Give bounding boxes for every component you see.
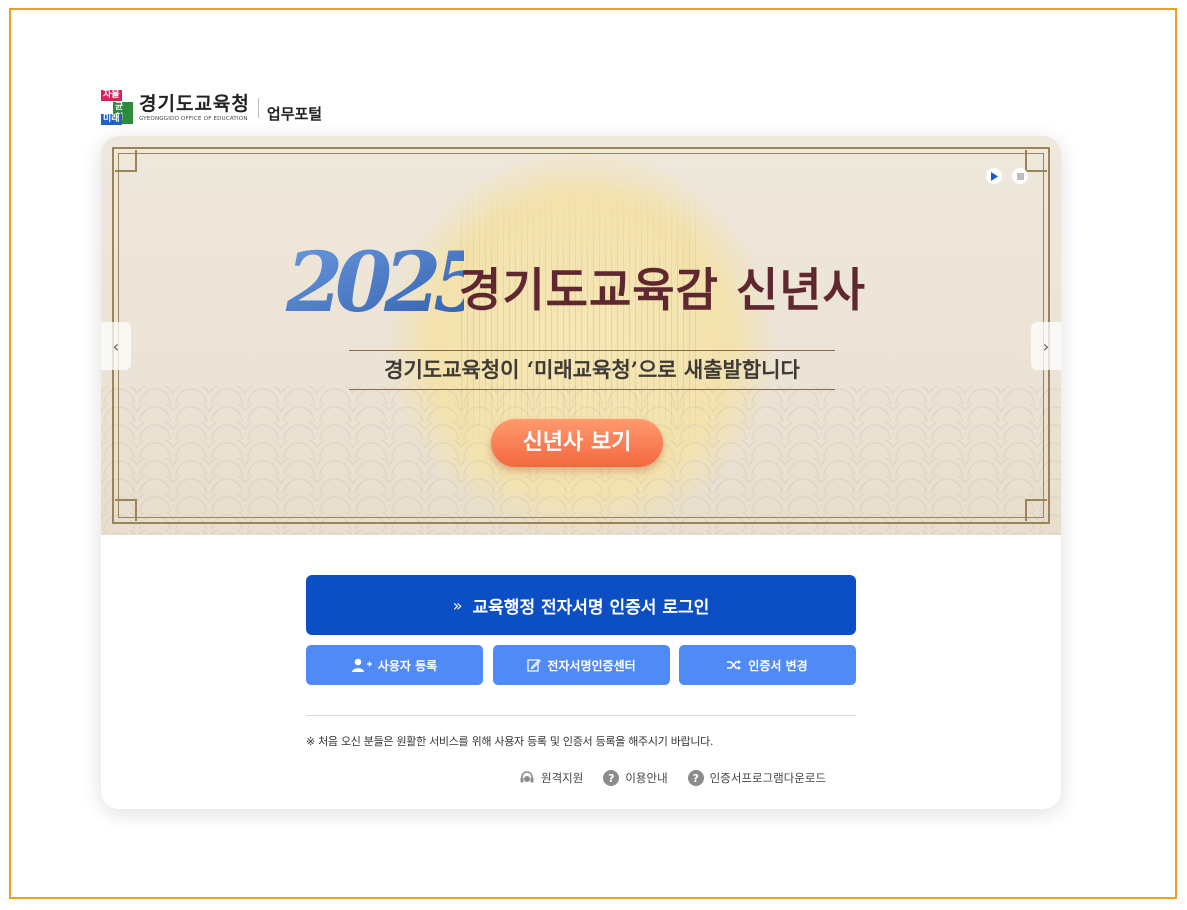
headset-icon [519, 770, 535, 786]
certificate-login-button[interactable]: » 교육행정 전자서명 인증서 로그인 [306, 575, 856, 635]
banner-title: 경기도교육감 신년사 [459, 263, 866, 317]
logo-title: 경기도교육청 [139, 93, 250, 115]
user-guide-link[interactable]: ? 이용안내 [603, 770, 668, 786]
logo-text: 경기도교육청 GYEONGGIDO OFFICE OF EDUCATION [139, 93, 250, 123]
shuffle-icon [727, 660, 742, 670]
edit-icon [527, 659, 542, 672]
certificate-login-label: 교육행정 전자서명 인증서 로그인 [472, 597, 710, 618]
new-year-speech-button[interactable]: 신년사 보기 [491, 419, 663, 467]
signature-center-button[interactable]: 전자서명인증센터 [493, 645, 670, 685]
remote-support-label: 원격지원 [541, 771, 584, 785]
logo-badge-1: 자율 [101, 90, 122, 101]
logo-badge: 자율 균형 미래 [101, 90, 133, 126]
cert-program-download-link[interactable]: ? 인증서프로그램다운로드 [687, 770, 827, 786]
change-certificate-button[interactable]: 인증서 변경 [679, 645, 856, 685]
question-icon: ? [603, 770, 620, 786]
notice-text: ※ 처음 오신 분들은 원활한 서비스를 위해 사용자 등록 및 인증서 등록을… [306, 735, 714, 748]
user-register-label: 사용자 등록 [377, 658, 438, 673]
stop-icon [1016, 172, 1024, 180]
banner-year-text: 2025 [285, 239, 464, 329]
chevron-right-icon: › [1042, 336, 1050, 356]
frame-corner [1025, 150, 1047, 172]
logo-subtitle: GYEONGGIDO OFFICE OF EDUCATION [139, 116, 248, 122]
logo-divider [257, 98, 259, 118]
stop-button[interactable] [1012, 168, 1028, 184]
help-links: 원격지원 ? 이용안내 ? 인증서프로그램다운로드 [519, 770, 826, 786]
cert-program-download-label: 인증서프로그램다운로드 [709, 771, 827, 785]
user-add-icon [351, 658, 372, 672]
prev-slide-button[interactable]: ‹ [101, 322, 131, 370]
signature-center-label: 전자서명인증센터 [547, 658, 636, 673]
logo[interactable]: 자율 균형 미래 경기도교육청 GYEONGGIDO OFFICE OF EDU… [101, 90, 322, 126]
play-icon [991, 171, 998, 181]
banner-subtitle: 경기도교육청이 ‘미래교육청’으로 새출발합니다 [349, 350, 835, 390]
login-card: 2025 경기도교육감 신년사 경기도교육청이 ‘미래교육청’으로 새출발합니다… [101, 136, 1061, 809]
divider [306, 715, 856, 716]
next-slide-button[interactable]: › [1031, 322, 1061, 370]
logo-badge-3: 미래 [101, 114, 122, 125]
change-certificate-label: 인증서 변경 [748, 658, 808, 673]
remote-support-link[interactable]: 원격지원 [519, 770, 583, 786]
banner-slide: 2025 경기도교육감 신년사 경기도교육청이 ‘미래교육청’으로 새출발합니다… [101, 136, 1061, 535]
user-guide-label: 이용안내 [625, 771, 668, 785]
double-chevron-icon: » [452, 595, 463, 615]
frame-corner [115, 499, 137, 521]
question-icon: ? [687, 770, 704, 786]
play-button[interactable] [986, 168, 1002, 184]
frame-corner [1025, 499, 1047, 521]
banner-year: 2025 [285, 239, 464, 329]
frame-corner [115, 150, 137, 172]
chevron-left-icon: ‹ [112, 336, 120, 356]
portal-label: 업무포털 [266, 104, 323, 123]
user-register-button[interactable]: 사용자 등록 [306, 645, 483, 685]
